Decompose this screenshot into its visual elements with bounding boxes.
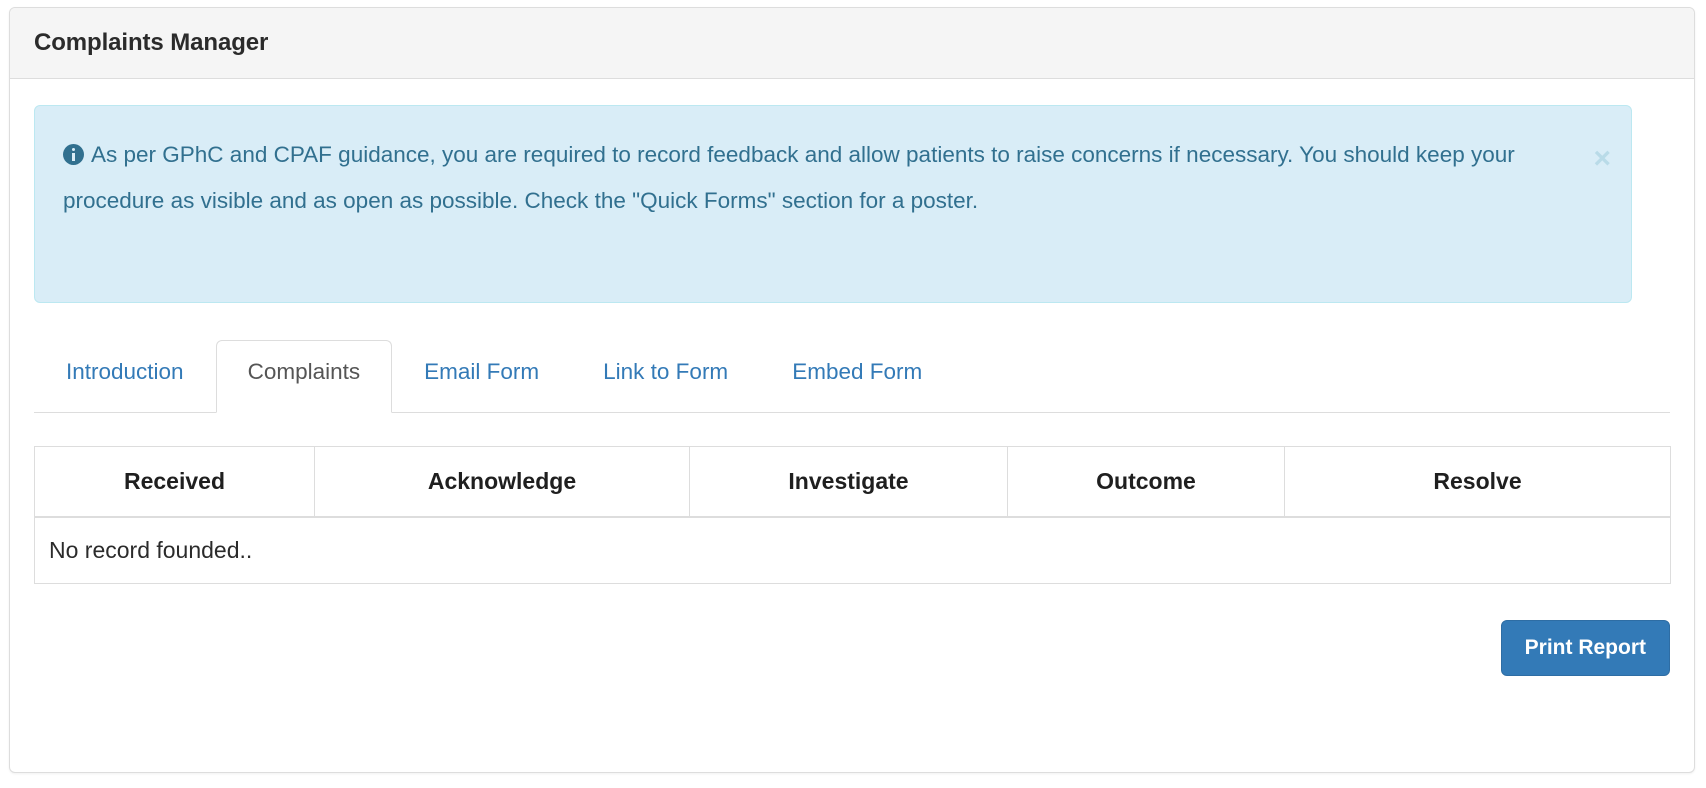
panel-heading: Complaints Manager: [10, 8, 1694, 79]
info-circle-icon: [63, 144, 84, 165]
tab-embed-form[interactable]: Embed Form: [760, 340, 954, 412]
table-header-row: Received Acknowledge Investigate Outcome…: [34, 446, 1671, 517]
info-alert-message: As per GPhC and CPAF guidance, you are r…: [63, 142, 1515, 213]
page-title: Complaints Manager: [34, 29, 269, 56]
footer-actions: Print Report: [34, 620, 1670, 676]
column-header-received: Received: [34, 446, 315, 517]
column-header-investigate: Investigate: [689, 446, 1008, 517]
tab-link-to-form[interactable]: Link to Form: [571, 340, 760, 412]
panel-body: As per GPhC and CPAF guidance, you are r…: [10, 79, 1694, 676]
tab-bar: Introduction Complaints Email Form Link …: [34, 340, 1670, 413]
complaints-table-wrapper: Received Acknowledge Investigate Outcome…: [34, 446, 1671, 584]
info-alert-text: As per GPhC and CPAF guidance, you are r…: [63, 132, 1571, 224]
tab-email-form[interactable]: Email Form: [392, 340, 571, 412]
print-report-button[interactable]: Print Report: [1500, 620, 1670, 676]
table-body: No record founded..: [34, 515, 1671, 584]
column-header-acknowledge: Acknowledge: [314, 446, 690, 517]
empty-state-message: No record founded..: [34, 515, 1671, 584]
tab-introduction[interactable]: Introduction: [34, 340, 216, 412]
info-alert: As per GPhC and CPAF guidance, you are r…: [34, 105, 1632, 303]
table-row: No record founded..: [34, 515, 1671, 584]
table-head: Received Acknowledge Investigate Outcome…: [34, 446, 1671, 517]
complaints-table: Received Acknowledge Investigate Outcome…: [34, 446, 1671, 584]
column-header-resolve: Resolve: [1284, 446, 1671, 517]
close-icon[interactable]: ×: [1593, 144, 1611, 174]
tab-complaints[interactable]: Complaints: [215, 340, 393, 413]
complaints-manager-panel: Complaints Manager As per GPhC and CPAF …: [9, 7, 1695, 773]
column-header-outcome: Outcome: [1007, 446, 1285, 517]
